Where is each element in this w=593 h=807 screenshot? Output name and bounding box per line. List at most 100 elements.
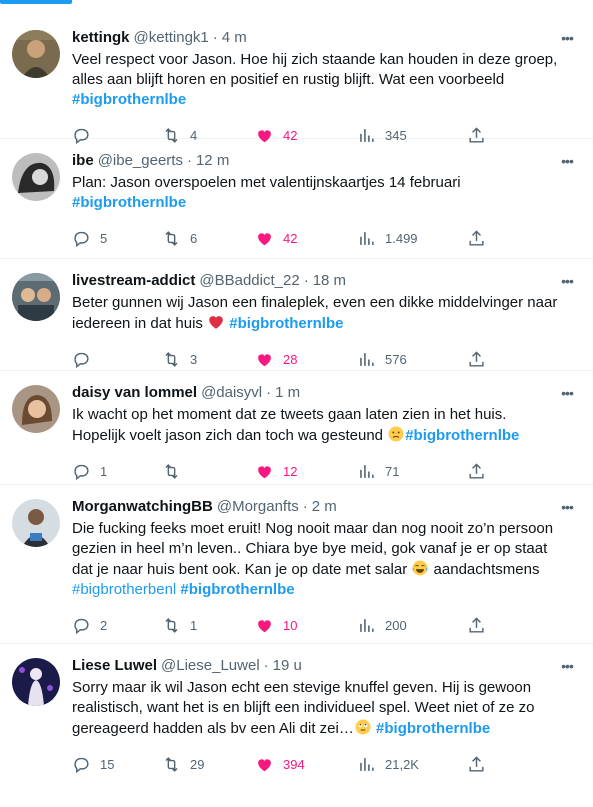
heart-icon: [258, 232, 271, 245]
display-name[interactable]: livestream-addict: [72, 271, 195, 291]
views-button[interactable]: 21,2K: [357, 755, 467, 774]
more-icon[interactable]: •••: [557, 151, 577, 171]
like-button[interactable]: 42: [255, 229, 357, 248]
display-name[interactable]: ibe: [72, 151, 94, 171]
action-bar: 5 6 42 1.499: [72, 217, 502, 259]
hashtag-link[interactable]: #bigbrothernlbe: [405, 427, 519, 444]
timestamp[interactable]: 2 m: [312, 497, 337, 517]
display-name[interactable]: Liese Luwel: [72, 656, 157, 676]
hashtag-link[interactable]: #bigbrothernlbe: [72, 194, 186, 211]
share-button[interactable]: [467, 616, 497, 635]
views-button[interactable]: 576: [357, 350, 467, 369]
timestamp[interactable]: 19 u: [273, 656, 302, 676]
user-handle[interactable]: @ibe_geerts: [98, 151, 183, 171]
face-with-rolling-eyes-emoji: [355, 719, 371, 735]
share-button[interactable]: [467, 229, 497, 248]
reply-button[interactable]: 15: [72, 755, 162, 774]
tweet-text: Plan: Jason overspoelen met valentijnska…: [72, 173, 577, 213]
avatar[interactable]: [12, 153, 60, 201]
like-button[interactable]: 10: [255, 616, 357, 635]
tweet[interactable]: kettingk @kettingk1 · 4 m ••• Veel respe…: [0, 16, 593, 144]
retweet-icon: [165, 351, 178, 367]
retweet-button[interactable]: 29: [162, 755, 255, 774]
user-handle[interactable]: @daisyvl: [201, 383, 262, 403]
views-icon: [360, 464, 374, 478]
views-button[interactable]: 1.499: [357, 229, 467, 248]
action-bar: 2 1 10 200: [72, 604, 502, 646]
timestamp[interactable]: 4 m: [222, 28, 247, 48]
avatar[interactable]: [12, 385, 60, 433]
reply-count: 1: [100, 463, 108, 479]
tweet-text: Veel respect voor Jason. Hoe hij zich st…: [72, 50, 577, 110]
share-icon: [469, 616, 484, 633]
view-count: 576: [385, 351, 407, 367]
timestamp[interactable]: 18 m: [313, 271, 346, 291]
more-icon[interactable]: •••: [557, 383, 577, 403]
user-handle[interactable]: @Liese_Luwel: [161, 656, 260, 676]
reply-icon: [74, 231, 89, 247]
separator-dot: ·: [303, 272, 309, 289]
avatar[interactable]: [12, 499, 60, 547]
avatar[interactable]: [12, 658, 60, 706]
timestamp[interactable]: 12 m: [196, 151, 229, 171]
tweet[interactable]: ibe @ibe_geerts · 12 m ••• Plan: Jason o…: [0, 139, 593, 259]
views-icon: [360, 352, 374, 366]
display-name[interactable]: kettingk: [72, 28, 130, 48]
share-icon: [469, 462, 484, 479]
tweet[interactable]: livestream-addict @BBaddict_22 · 18 m ••…: [0, 259, 593, 371]
hashtag-link[interactable]: #bigbrotherbenl: [72, 581, 176, 598]
share-button[interactable]: [467, 462, 497, 481]
crying-laughing-emoji: [412, 560, 428, 576]
hashtag-link[interactable]: #bigbrothernlbe: [229, 315, 343, 332]
more-icon[interactable]: •••: [557, 28, 577, 48]
like-button[interactable]: 12: [255, 462, 357, 481]
hashtag-link[interactable]: #bigbrothernlbe: [180, 581, 294, 598]
user-handle[interactable]: @BBaddict_22: [199, 271, 299, 291]
reply-button[interactable]: 5: [72, 229, 162, 248]
reply-button[interactable]: 1: [72, 462, 162, 481]
timestamp[interactable]: 1 m: [275, 383, 300, 403]
user-handle[interactable]: @kettingk1: [134, 28, 209, 48]
retweet-button[interactable]: 3: [162, 350, 255, 369]
tweet-body-tail: aandachtsmens: [429, 561, 540, 578]
display-name[interactable]: daisy van lommel: [72, 383, 197, 403]
retweet-count: 1: [190, 617, 198, 633]
retweet-button[interactable]: 6: [162, 229, 255, 248]
reply-button[interactable]: 2: [72, 616, 162, 635]
like-button[interactable]: 394: [255, 755, 357, 774]
reply-count: 2: [100, 617, 108, 633]
hashtag-link[interactable]: #bigbrothernlbe: [72, 91, 186, 108]
separator-dot: ·: [302, 498, 308, 515]
retweet-button[interactable]: [162, 462, 255, 481]
reply-button[interactable]: [72, 350, 162, 369]
like-count: 42: [283, 230, 298, 246]
view-count: 21,2K: [385, 756, 419, 772]
separator-dot: ·: [266, 384, 272, 401]
retweet-button[interactable]: 1: [162, 616, 255, 635]
share-icon: [469, 229, 484, 246]
like-button[interactable]: 28: [255, 350, 357, 369]
retweet-icon: [165, 617, 178, 633]
like-count: 10: [283, 617, 298, 633]
views-button[interactable]: 71: [357, 462, 467, 481]
display-name[interactable]: MorganwatchingBB: [72, 497, 213, 517]
share-button[interactable]: [467, 350, 497, 369]
view-count: 1.499: [385, 230, 418, 246]
more-icon[interactable]: •••: [557, 656, 577, 676]
heart-icon: [258, 353, 271, 366]
views-button[interactable]: 200: [357, 616, 467, 635]
like-count: 28: [283, 351, 298, 367]
avatar[interactable]: [12, 273, 60, 321]
share-button[interactable]: [467, 755, 497, 774]
avatar[interactable]: [12, 30, 60, 78]
hashtag-link[interactable]: #bigbrothernlbe: [376, 720, 490, 737]
tweet[interactable]: daisy van lommel @daisyvl · 1 m ••• Ik w…: [0, 371, 593, 485]
user-handle[interactable]: @Morganfts: [217, 497, 299, 517]
tweet[interactable]: Liese Luwel @Liese_Luwel · 19 u ••• Sorr…: [0, 644, 593, 784]
tweet[interactable]: MorganwatchingBB @Morganfts · 2 m ••• Di…: [0, 485, 593, 644]
more-icon[interactable]: •••: [557, 271, 577, 291]
more-icon[interactable]: •••: [557, 497, 577, 517]
tweet-text: Beter gunnen wij Jason een finaleplek, e…: [72, 293, 577, 334]
separator-dot: ·: [212, 29, 218, 46]
view-count: 200: [385, 617, 407, 633]
